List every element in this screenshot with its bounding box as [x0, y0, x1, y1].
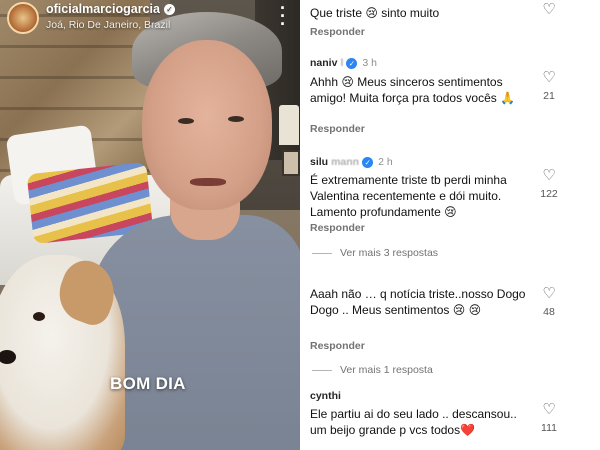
comment-text: Que triste 😢 sinto muito — [310, 6, 440, 20]
post-username[interactable]: oficialmarciogarcia ✓ — [46, 2, 175, 16]
comment-username[interactable]: silu mann ✓ 2 h — [310, 156, 393, 168]
heart-outline-icon[interactable]: ♡ — [538, 286, 560, 302]
man-eye-left — [178, 118, 194, 124]
heart-outline-icon[interactable]: ♡ — [538, 402, 560, 418]
comment-username-text[interactable]: silu — [310, 156, 328, 168]
comment-time: 3 h — [362, 57, 377, 69]
verified-badge-icon: ✓ — [362, 156, 374, 168]
reply-button[interactable]: Responder — [310, 340, 365, 352]
heart-outline-icon[interactable]: ♡ — [538, 2, 560, 18]
more-options-icon[interactable]: · · · — [276, 0, 290, 33]
comment-username[interactable]: naniv l ✓ 3 h — [310, 57, 377, 69]
post-username-text[interactable]: oficialmarciogarcia — [46, 2, 160, 16]
view-more-replies[interactable]: Ver mais 3 respostas — [312, 247, 438, 259]
reply-button[interactable]: Responder — [310, 26, 365, 38]
video-caption: BOM DIA — [110, 374, 186, 393]
comment-username-blurred: l — [340, 57, 344, 69]
post-video[interactable]: BOM DIA oficialmarciogarcia ✓ Joá, Rio D… — [0, 0, 300, 450]
lamp — [279, 105, 299, 145]
like-count: 48 — [543, 306, 555, 318]
comment-username-blurred: mann — [331, 156, 360, 168]
comments-panel[interactable]: Que triste 😢 sinto muito ♡ Responder nan… — [300, 0, 600, 450]
view-more-replies-label[interactable]: Ver mais 3 respostas — [340, 247, 438, 259]
comment-text: É extremamente triste tb perdi minha Val… — [310, 173, 507, 219]
reply-button[interactable]: Responder — [310, 123, 365, 135]
post-header: oficialmarciogarcia ✓ Joá, Rio De Janeir… — [0, 0, 300, 38]
verified-badge-icon: ✓ — [346, 57, 358, 69]
comment-text: Ahhh 😢 Meus sinceros sentimentos amigo! … — [310, 75, 516, 105]
heart-outline-icon[interactable]: ♡ — [538, 70, 560, 86]
comment-username[interactable]: cynthi — [310, 390, 341, 402]
post-location[interactable]: Joá, Rio De Janeiro, Brazil — [46, 19, 170, 31]
avatar[interactable] — [7, 2, 39, 34]
comment-time: 2 h — [378, 156, 393, 168]
like-count: 122 — [540, 188, 558, 200]
man-eye-right — [228, 116, 244, 122]
comment-text: Ele partiu ai do seu lado .. descansou..… — [310, 407, 517, 437]
reply-button[interactable]: Responder — [310, 222, 365, 234]
view-more-replies[interactable]: Ver mais 1 resposta — [312, 364, 433, 376]
heart-outline-icon[interactable]: ♡ — [538, 168, 560, 184]
dog-eye — [33, 312, 45, 321]
comment-text: Aaah não … q notícia triste..nosso Dogo … — [310, 287, 526, 317]
like-count: 111 — [541, 422, 557, 434]
like-count: 21 — [543, 90, 555, 102]
comment-username-text[interactable]: cynthi — [310, 390, 341, 402]
view-more-replies-label[interactable]: Ver mais 1 resposta — [340, 364, 433, 376]
verified-badge-icon: ✓ — [163, 3, 175, 15]
replies-divider — [312, 252, 332, 254]
man-mouth — [190, 178, 226, 186]
picture-frame — [282, 150, 300, 176]
comment-username-text[interactable]: naniv — [310, 57, 337, 69]
replies-divider — [312, 369, 332, 371]
